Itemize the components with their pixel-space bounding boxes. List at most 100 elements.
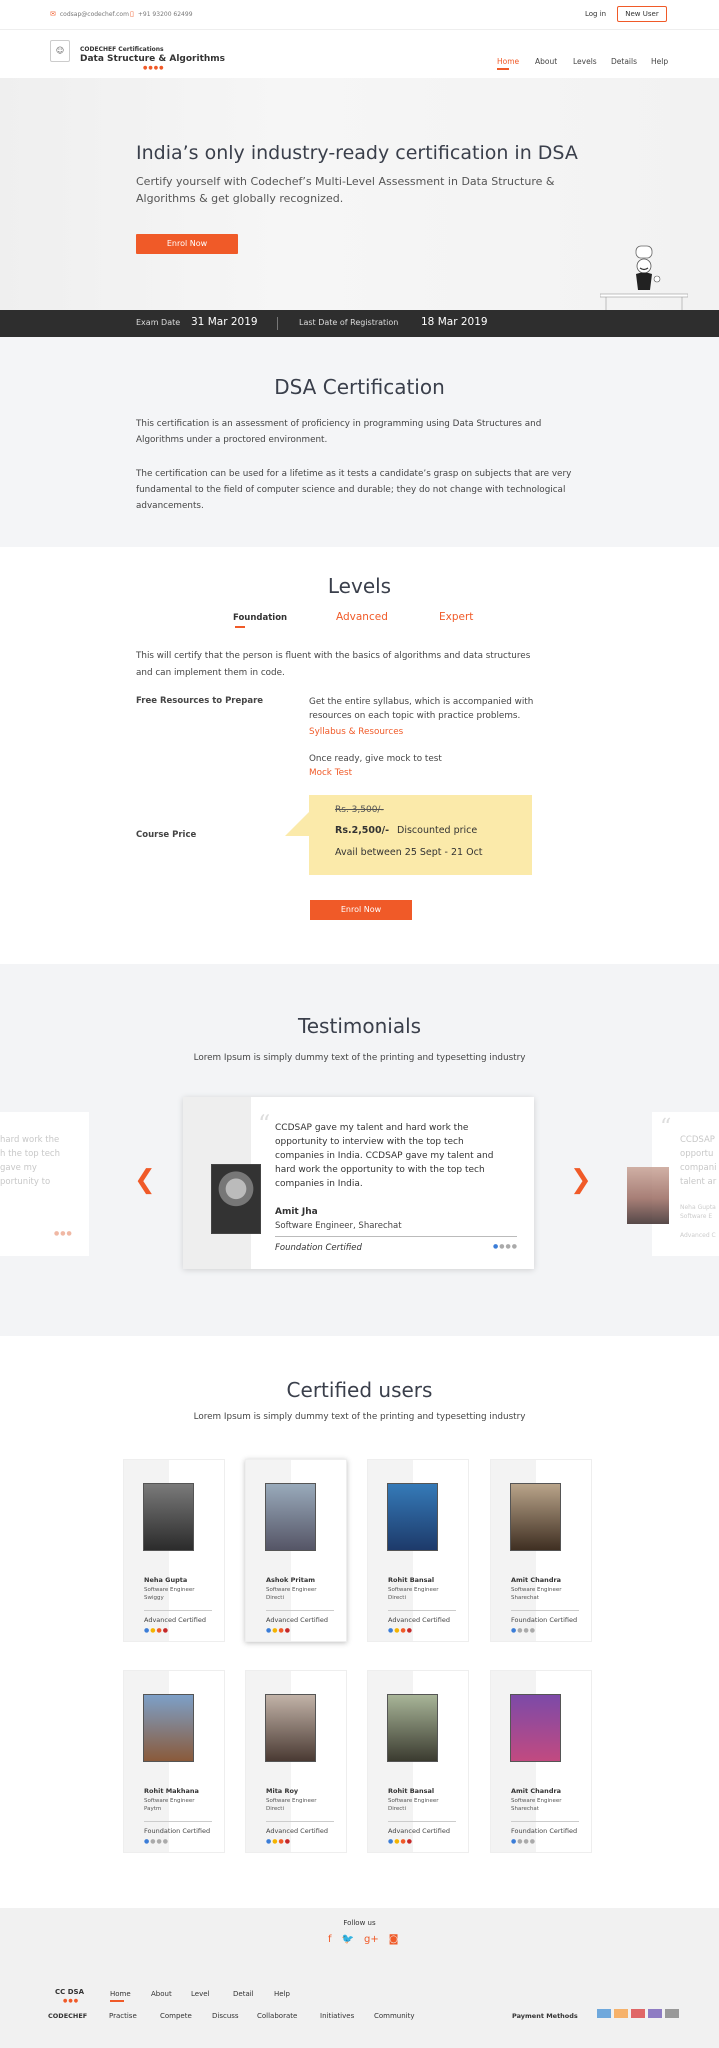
tab-foundation[interactable]: Foundation xyxy=(233,613,287,623)
footer-nav-home[interactable]: Home xyxy=(110,1990,131,1998)
nav-active-underline xyxy=(497,68,509,70)
footer-link-collaborate[interactable]: Collaborate xyxy=(257,2012,297,2020)
footer-logo-dots: ●●● xyxy=(63,1998,80,2004)
testimonial-card-prev[interactable]: hard work the h the top tech gave my por… xyxy=(0,1112,89,1256)
nav-levels[interactable]: Levels xyxy=(573,57,597,66)
nav-about[interactable]: About xyxy=(535,57,557,66)
user-role: Software Engineer xyxy=(266,1587,317,1593)
nav-home[interactable]: Home xyxy=(497,57,519,66)
user-divider xyxy=(266,1821,334,1822)
user-card[interactable]: Rohit Makhana Software Engineer Paytm Found… xyxy=(123,1670,225,1853)
user-divider xyxy=(511,1821,579,1822)
footer-link-discuss[interactable]: Discuss xyxy=(212,2012,239,2020)
user-name: Mita Roy xyxy=(266,1787,299,1795)
mock-text: Once ready, give mock to test xyxy=(309,754,442,764)
card-icon xyxy=(665,2009,679,2018)
user-divider xyxy=(144,1610,212,1611)
price-box-pointer xyxy=(285,810,311,836)
user-name: Ashok Pritam xyxy=(266,1576,316,1584)
user-divider xyxy=(144,1821,212,1822)
user-card[interactable]: Rohit Bansal Software Engineer Directi Adva… xyxy=(367,1459,469,1642)
mock-test-link[interactable]: Mock Test xyxy=(309,768,352,778)
twitter-icon[interactable]: 🐦 xyxy=(342,1934,354,1945)
user-company: Directi xyxy=(266,1595,284,1601)
chef-logo-icon[interactable]: ☺ xyxy=(50,40,70,62)
footer-link-initiatives[interactable]: Initiatives xyxy=(320,2012,354,2020)
user-level-dots: ●●●● xyxy=(511,1838,536,1845)
dsa-paragraph-1: This certification is an assessment of p… xyxy=(136,419,542,445)
tab-advanced[interactable]: Advanced xyxy=(336,611,388,623)
registration-label: Last Date of Registration xyxy=(299,318,399,327)
email-contact[interactable]: ✉ codsap@codechef.com xyxy=(50,10,129,18)
footer-nav-underline xyxy=(110,2000,124,2002)
user-divider xyxy=(388,1821,456,1822)
user-cert: Advanced Certified xyxy=(388,1616,450,1624)
user-photo xyxy=(143,1694,194,1762)
user-role-block: Software Engineer Sharechat xyxy=(511,1586,562,1602)
tab-expert[interactable]: Expert xyxy=(439,611,473,623)
chevron-right-icon[interactable]: ❯ xyxy=(570,1165,592,1195)
testimonial-name: Amit Jha xyxy=(275,1207,318,1217)
footer-logo-dsa[interactable]: CC DSA xyxy=(55,1988,84,1996)
footer-nav-detail[interactable]: Detail xyxy=(233,1990,254,1998)
next-name: Neha Gupta xyxy=(680,1204,716,1211)
phone-contact[interactable]: ▯ +91 93200 62499 xyxy=(130,10,193,18)
hero-title: India’s only industry-ready certificatio… xyxy=(136,142,578,164)
footer-nav-level[interactable]: Level xyxy=(191,1990,209,1998)
dsa-paragraph-2: The certification can be used for a life… xyxy=(136,469,572,511)
user-cert: Foundation Certified xyxy=(511,1827,578,1835)
user-photo xyxy=(265,1694,316,1762)
footer-nav-help[interactable]: Help xyxy=(274,1990,290,1998)
user-card[interactable]: Ashok Pritam Software Engineer Directi Adva… xyxy=(245,1459,347,1642)
email-text: codsap@codechef.com xyxy=(59,10,129,18)
chevron-left-icon[interactable]: ❮ xyxy=(134,1165,156,1195)
avail-text: Avail between 25 Sept - 21 Oct xyxy=(335,847,483,858)
nav-help[interactable]: Help xyxy=(651,57,668,66)
user-photo xyxy=(387,1694,438,1762)
login-button[interactable]: Log in xyxy=(585,10,606,18)
user-card[interactable]: Mita Roy Software Engineer Directi Advanced… xyxy=(245,1670,347,1853)
payment-icons xyxy=(597,2009,679,2018)
footer-logo-codechef[interactable]: CODECHEF xyxy=(48,2012,87,2020)
google-plus-icon[interactable]: g+ xyxy=(364,1934,379,1945)
price-box: Rs. 3,500/- Rs.2,500/- Discounted price … xyxy=(309,795,532,875)
syllabus-link[interactable]: Syllabus & Resources xyxy=(309,727,403,737)
footer-link-compete[interactable]: Compete xyxy=(160,2012,192,2020)
user-card[interactable]: Amit Chandra Software Engineer Sharechat Fo… xyxy=(490,1459,592,1642)
user-cert: Advanced Certified xyxy=(144,1616,206,1624)
user-name: Rohit Bansal xyxy=(388,1787,435,1795)
user-card[interactable]: Amit Chandra Software Engineer Sharechat Fo… xyxy=(490,1670,592,1853)
footer-nav-about[interactable]: About xyxy=(151,1990,172,1998)
user-card[interactable]: Neha Gupta Software Engineer Swiggy Advance… xyxy=(123,1459,225,1642)
user-photo xyxy=(265,1483,316,1551)
hero-subtitle: Certify yourself with Codechef’s Multi-L… xyxy=(136,175,555,205)
facebook-icon[interactable]: f xyxy=(328,1934,332,1945)
user-name: Rohit Makhana xyxy=(144,1787,199,1795)
user-cert: Foundation Certified xyxy=(511,1616,578,1624)
user-level-dots: ●●●● xyxy=(266,1838,291,1845)
logo-title[interactable]: Data Structure & Algorithms xyxy=(80,54,225,64)
registration-date-value: 18 Mar 2019 xyxy=(421,316,488,328)
footer-link-practise[interactable]: Practise xyxy=(109,2012,137,2020)
levels-enrol-button[interactable]: Enrol Now xyxy=(310,900,412,920)
amex-icon xyxy=(597,2009,611,2018)
nav-details[interactable]: Details xyxy=(611,57,637,66)
user-cert: Advanced Certified xyxy=(266,1616,328,1624)
certified-subtitle: Lorem Ipsum is simply dummy text of the … xyxy=(193,1412,526,1422)
new-user-button[interactable]: New User xyxy=(617,6,667,22)
user-divider xyxy=(388,1610,456,1611)
user-name: Neha Gupta xyxy=(144,1576,188,1584)
user-divider xyxy=(266,1610,334,1611)
user-company: Sharechat xyxy=(511,1806,539,1812)
prev-peek-line: hard work the xyxy=(0,1135,60,1145)
user-role-block: Software Engineer Paytm xyxy=(144,1797,195,1813)
user-role-block: Software Engineer Directi xyxy=(388,1797,439,1813)
user-card[interactable]: Rohit Bansal Software Engineer Directi Adva… xyxy=(367,1670,469,1853)
hero-enrol-button[interactable]: Enrol Now xyxy=(136,234,238,254)
user-photo xyxy=(387,1483,438,1551)
user-level-dots: ●●●● xyxy=(144,1627,169,1634)
footer-link-community[interactable]: Community xyxy=(374,2012,415,2020)
instagram-icon[interactable]: ◙ xyxy=(389,1934,399,1945)
testimonial-role: Software Engineer, Sharechat xyxy=(275,1221,402,1231)
user-role: Software Engineer xyxy=(266,1798,317,1804)
